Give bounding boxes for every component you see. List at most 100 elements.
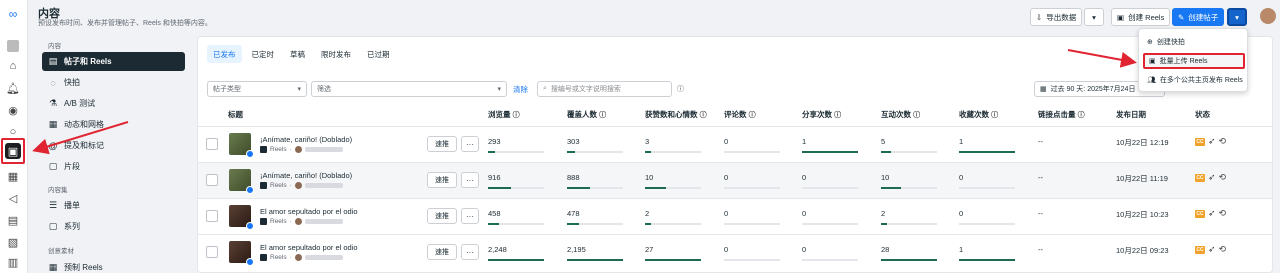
metric-bar — [959, 259, 1015, 261]
tab-limited[interactable]: 限时发布 — [315, 45, 357, 63]
create-reels-button[interactable]: ▣ 创建 Reels — [1111, 8, 1171, 26]
captions-icon[interactable]: CC — [1195, 209, 1205, 218]
ads-icon[interactable]: ◁ — [5, 190, 21, 206]
crosspost-icon[interactable]: ⟲ — [1219, 208, 1227, 219]
story-icon: ⊕ — [1147, 39, 1153, 46]
row-checkbox[interactable] — [206, 246, 218, 258]
post-title[interactable]: El amor sepultado por el odio — [260, 243, 358, 252]
captions-icon[interactable]: CC — [1195, 245, 1205, 254]
post-title[interactable]: ¡Anímate, cariño! (Doblado) — [260, 135, 352, 144]
sidebar-item-playlist[interactable]: ☰ 播单 — [42, 196, 185, 215]
post-title[interactable]: ¡Anímate, cariño! (Doblado) — [260, 171, 352, 180]
page-avatar — [294, 182, 302, 189]
clear-filters-link[interactable]: 清除 — [513, 84, 528, 95]
sidebar-section-content: 内容 — [48, 43, 61, 50]
column-views[interactable]: 浏览量 ⓘ — [488, 109, 520, 120]
export-data-button[interactable]: ⇩ 导出数据 — [1030, 8, 1083, 26]
menu-item-bulk-upload-reels[interactable]: ▣ 批量上传 Reels — [1143, 53, 1245, 69]
table-row[interactable]: El amor sepultado por el odio Reels · 速推 … — [198, 198, 1272, 234]
more-options-button[interactable]: ··· — [461, 172, 479, 188]
boost-button[interactable]: 速推 — [427, 136, 457, 152]
table-row[interactable]: ¡Anímate, cariño! (Doblado) Reels · 速推 ··… — [198, 126, 1272, 162]
meta-logo-icon[interactable]: ∞ — [5, 6, 21, 22]
home-icon[interactable]: ⌂ — [5, 58, 21, 74]
tab-expired[interactable]: 已过期 — [361, 45, 396, 63]
user-avatar[interactable] — [1260, 8, 1276, 24]
column-status[interactable]: 状态 — [1195, 109, 1210, 120]
menu-item-multi-page-reels[interactable]: 👥︎ 在多个公共主页发布 Reels — [1143, 72, 1245, 88]
crosspost-icon[interactable]: ⟲ — [1219, 172, 1227, 183]
metric-bar — [567, 187, 590, 189]
column-link-clicks[interactable]: 链接点击量 ⓘ — [1038, 109, 1085, 120]
mentions-icon: @ — [48, 140, 58, 151]
search-input[interactable]: ⌕ 搜编号或文字说明搜索 — [537, 81, 672, 97]
more-options-button[interactable]: ··· — [461, 208, 479, 224]
column-engagement[interactable]: 互动次数 ⓘ — [881, 109, 920, 120]
comments-value: 0 — [724, 209, 729, 218]
table-row[interactable]: El amor sepultado por el odio Reels · 速推 … — [198, 234, 1272, 270]
shares-value: 0 — [802, 209, 807, 218]
column-title[interactable]: 标题 — [228, 109, 243, 120]
row-checkbox[interactable] — [206, 138, 218, 150]
sidebar-item-mentions[interactable]: @ 提及和标记 — [42, 136, 185, 155]
metric-bar — [488, 259, 544, 261]
sidebar-item-ab-test[interactable]: ⚗ A/B 测试 — [42, 94, 185, 113]
more-tools-icon[interactable]: ▥ — [5, 254, 21, 270]
sidebar-item-grid[interactable]: ▦ 动态和网格 — [42, 115, 185, 134]
tab-scheduled[interactable]: 已定时 — [246, 45, 281, 63]
tab-drafts[interactable]: 草稿 — [284, 45, 311, 63]
post-title[interactable]: El amor sepultado por el odio — [260, 207, 358, 216]
crosspost-icon[interactable]: ⟲ — [1219, 136, 1227, 147]
metric-bar — [645, 259, 701, 261]
reactions-value: 3 — [645, 137, 650, 146]
comments-value: 0 — [724, 173, 729, 182]
create-post-dropdown-button[interactable]: ▾ — [1227, 8, 1247, 26]
metric-bar-track — [959, 187, 1015, 189]
compass-icon[interactable]: ◉ — [5, 102, 21, 118]
boost-button[interactable]: 速推 — [427, 172, 457, 188]
column-reactions[interactable]: 获赞数和心情数 ⓘ — [645, 109, 707, 120]
more-options-button[interactable]: ··· — [461, 244, 479, 260]
export-dropdown-button[interactable]: ▾ — [1084, 8, 1104, 26]
column-publish-date[interactable]: 发布日期 — [1116, 109, 1146, 120]
post-type-select[interactable]: 帖子类型 ▾ — [207, 81, 307, 97]
table-row[interactable]: ¡Anímate, cariño! (Doblado) Reels · 速推 ··… — [198, 162, 1272, 198]
boosted-rocket-icon[interactable]: ➶ — [1208, 244, 1216, 255]
sidebar-item-clips[interactable]: ▢ 片段 — [42, 157, 185, 176]
metric-bar — [959, 151, 1015, 153]
notifications-icon[interactable]: 🔔︎ — [5, 80, 21, 96]
sidebar-item-template-reels[interactable]: ▦ 预制 Reels — [42, 258, 185, 273]
account-avatar-icon[interactable] — [5, 38, 21, 54]
insights-icon[interactable]: ▤ — [5, 212, 21, 228]
crosspost-icon[interactable]: ⟲ — [1219, 244, 1227, 255]
tab-published[interactable]: 已发布 — [207, 45, 242, 63]
captions-icon[interactable]: CC — [1195, 173, 1205, 182]
boost-button[interactable]: 速推 — [427, 208, 457, 224]
column-shares[interactable]: 分享次数 ⓘ — [802, 109, 841, 120]
column-reach[interactable]: 覆盖人数 ⓘ — [567, 109, 606, 120]
more-options-button[interactable]: ··· — [461, 136, 479, 152]
boosted-rocket-icon[interactable]: ➶ — [1208, 172, 1216, 183]
row-checkbox[interactable] — [206, 174, 218, 186]
metric-bar — [567, 223, 579, 225]
sidebar-item-stories[interactable]: ◌ 快拍 — [42, 73, 185, 92]
menu-item-create-story[interactable]: ⊕ 创建快拍 — [1143, 34, 1245, 50]
boosted-rocket-icon[interactable]: ➶ — [1208, 136, 1216, 147]
content-table-panel: 已发布 已定时 草稿 限时发布 已过期 帖子类型 ▾ 筛选 ▾ 清除 ⌕ 搜编号… — [197, 36, 1273, 273]
sidebar-item-posts-reels[interactable]: ▤ 帖子和 Reels — [42, 52, 185, 71]
column-comments[interactable]: 评论数 ⓘ — [724, 109, 756, 120]
row-checkbox[interactable] — [206, 210, 218, 222]
info-icon[interactable]: ⓘ — [677, 84, 684, 94]
reactions-value: 2 — [645, 209, 650, 218]
boost-button[interactable]: 速推 — [427, 244, 457, 260]
filter-select[interactable]: 筛选 ▾ — [311, 81, 507, 97]
post-meta: Reels · — [260, 254, 343, 261]
boosted-rocket-icon[interactable]: ➶ — [1208, 208, 1216, 219]
calendar-icon[interactable]: ▦ — [5, 168, 21, 184]
monetization-icon[interactable]: ▧ — [5, 234, 21, 250]
posts-icon: ▤ — [48, 56, 58, 66]
sidebar-item-series[interactable]: ▢ 系列 — [42, 217, 185, 236]
column-saves[interactable]: 收藏次数 ⓘ — [959, 109, 998, 120]
create-post-button[interactable]: ✎ 创建帖子 — [1172, 8, 1225, 26]
captions-icon[interactable]: CC — [1195, 137, 1205, 146]
